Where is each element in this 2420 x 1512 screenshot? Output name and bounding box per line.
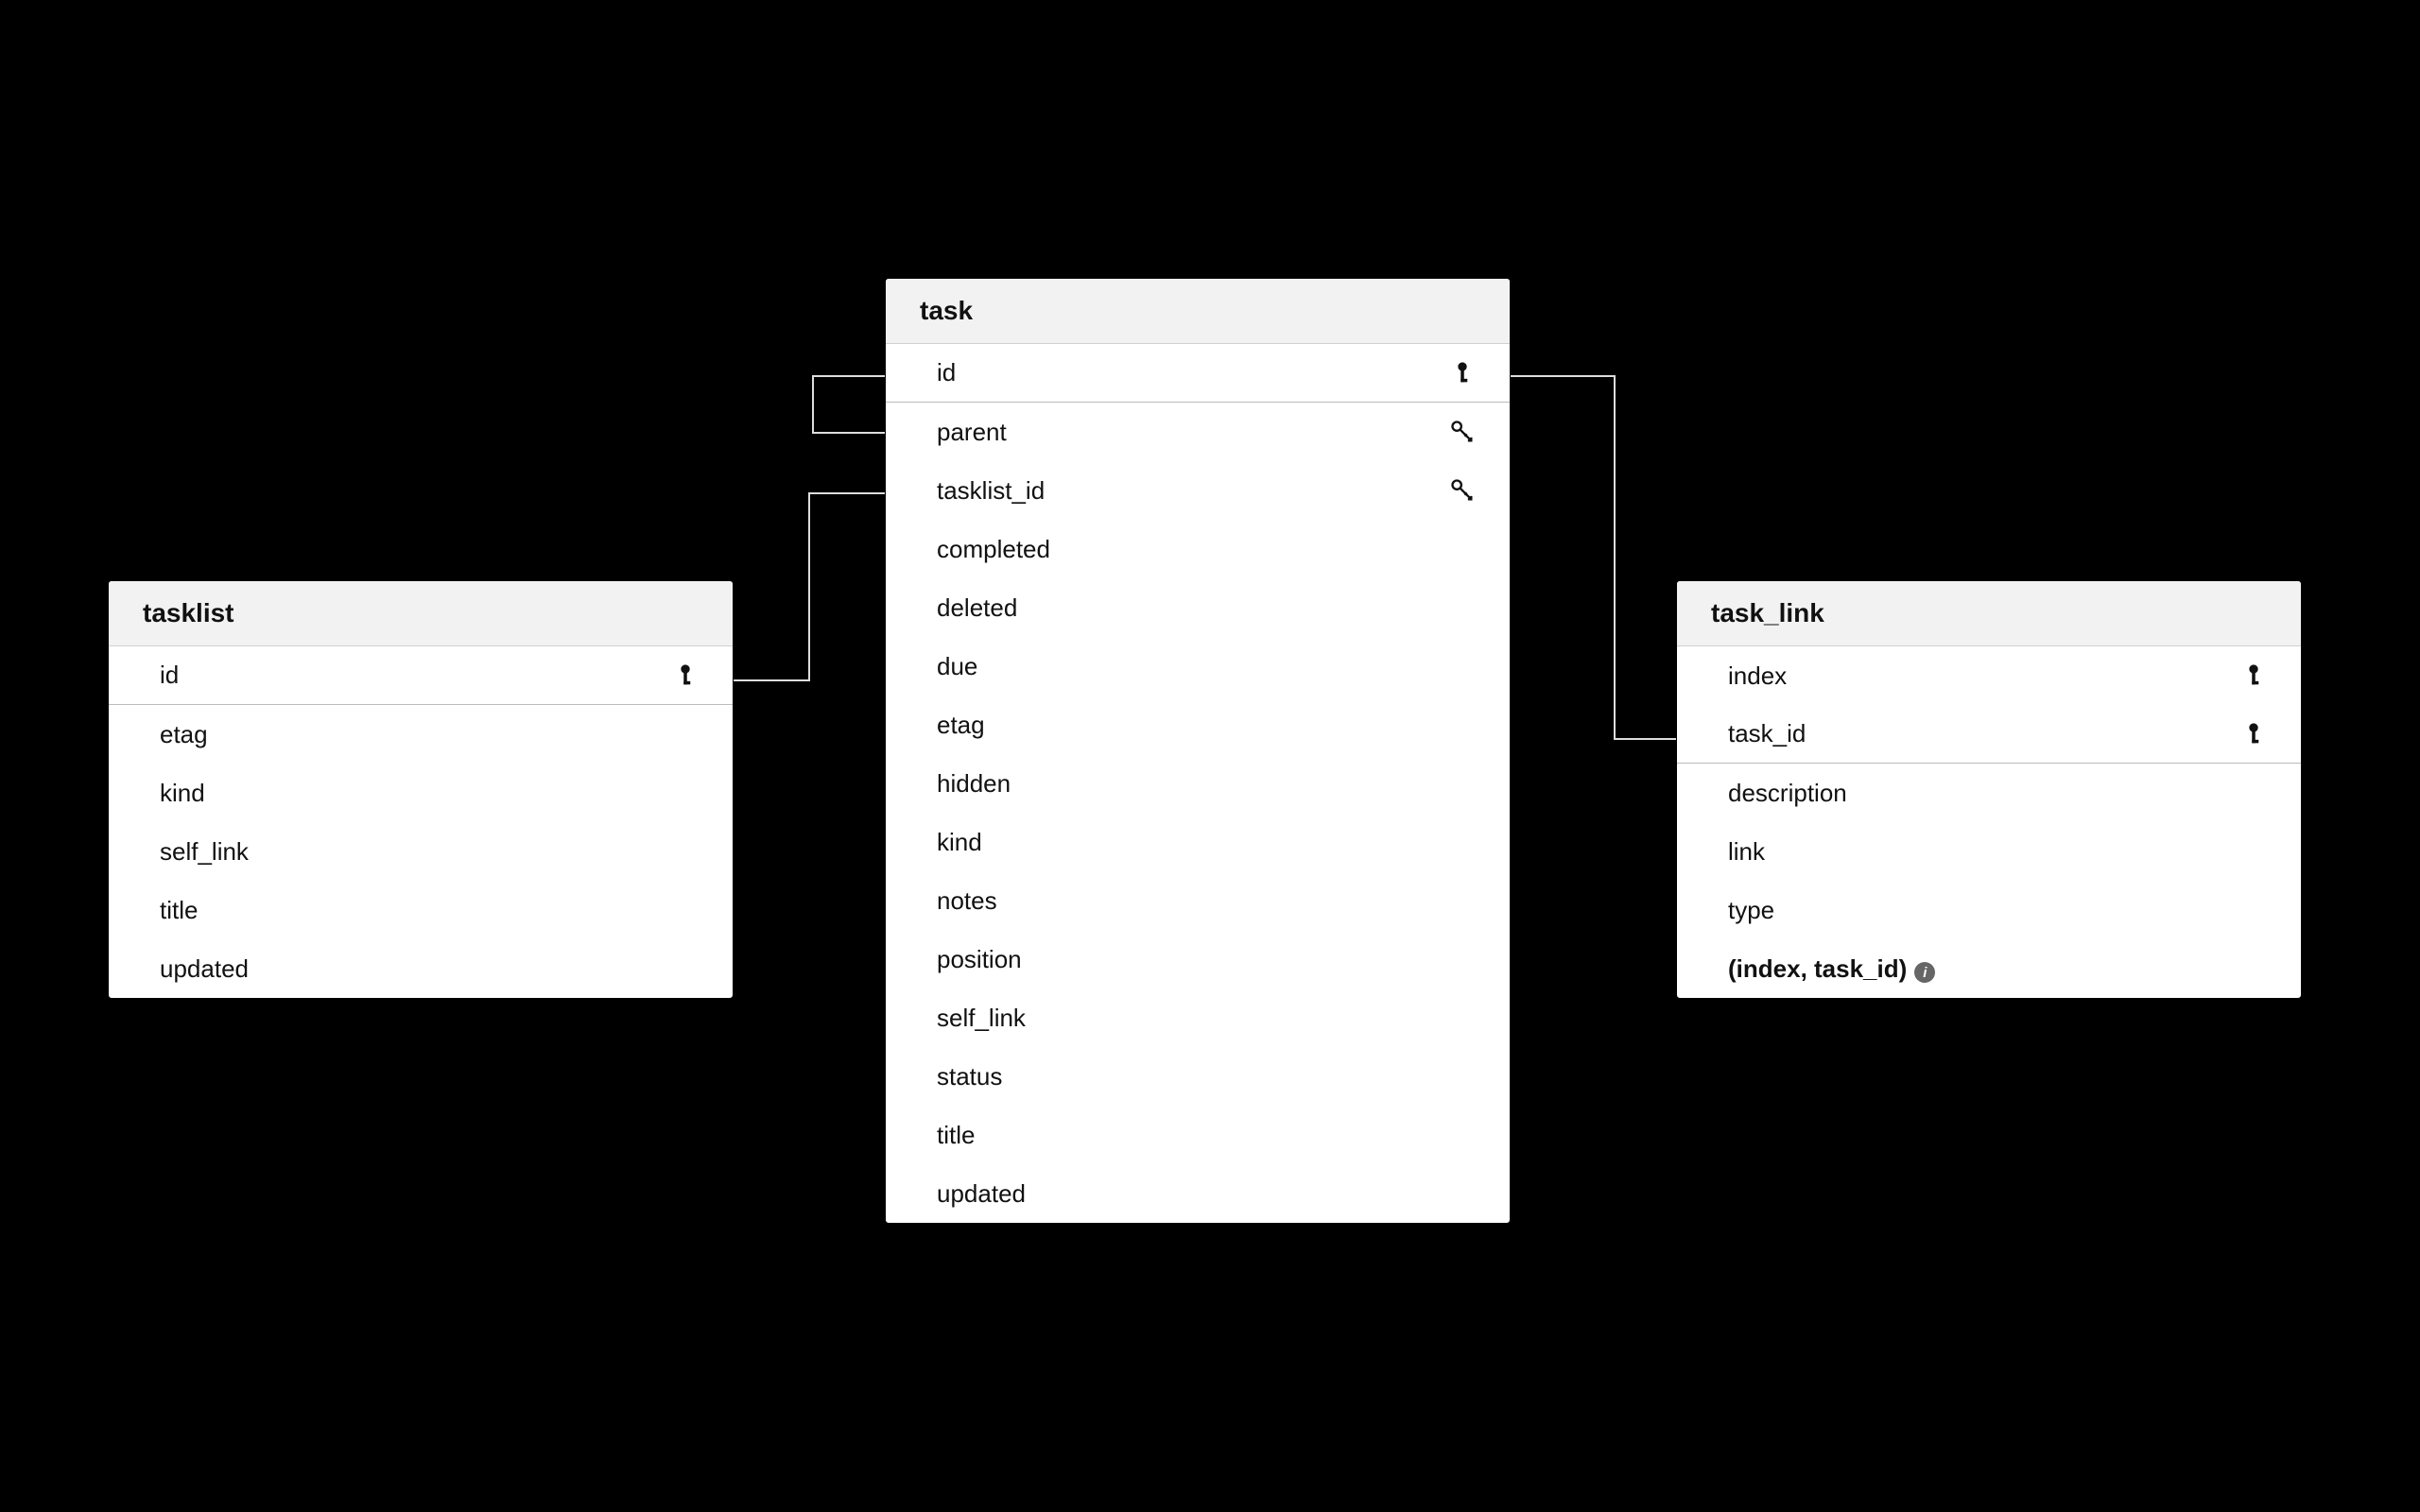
column-label: etag (160, 720, 208, 749)
info-icon: i (1914, 962, 1935, 983)
column-task-tasklist-id[interactable]: tasklist_id (886, 461, 1510, 520)
column-label: task_id (1728, 719, 1806, 748)
column-label: tasklist_id (937, 476, 1045, 506)
table-task[interactable]: task id parent tasklist_id completed del… (885, 278, 1511, 1224)
column-label: status (937, 1062, 1002, 1091)
table-task-link[interactable]: task_link index task_id description link… (1676, 580, 2302, 999)
column-label: title (937, 1121, 975, 1150)
column-label: self_link (937, 1004, 1026, 1033)
connector-task-to-tasklink (1511, 370, 1676, 745)
column-label: id (160, 661, 179, 690)
column-label: description (1728, 779, 1847, 808)
column-task-updated[interactable]: updated (886, 1164, 1510, 1223)
column-tasklist-updated[interactable]: updated (109, 939, 733, 998)
table-header-task: task (886, 279, 1510, 344)
column-label: kind (160, 779, 205, 808)
column-task-completed[interactable]: completed (886, 520, 1510, 578)
column-tasklink-index[interactable]: index (1677, 646, 2301, 705)
column-label: self_link (160, 837, 249, 867)
column-task-due[interactable]: due (886, 637, 1510, 696)
table-tasklist[interactable]: tasklist id etag kind self_link title up… (108, 580, 734, 999)
column-label: kind (937, 828, 982, 857)
column-label: notes (937, 886, 997, 916)
column-label: due (937, 652, 977, 681)
column-tasklist-kind[interactable]: kind (109, 764, 733, 822)
connector-task-self-parent (804, 370, 885, 438)
column-tasklist-title[interactable]: title (109, 881, 733, 939)
column-label: id (937, 358, 956, 387)
column-label: type (1728, 896, 1774, 925)
column-label: deleted (937, 593, 1017, 623)
column-task-hidden[interactable]: hidden (886, 754, 1510, 813)
column-label: updated (937, 1179, 1026, 1209)
primary-key-icon (672, 662, 699, 689)
column-task-parent[interactable]: parent (886, 403, 1510, 461)
column-tasklist-id[interactable]: id (109, 646, 733, 705)
column-label: completed (937, 535, 1050, 564)
column-task-position[interactable]: position (886, 930, 1510, 988)
column-label: (index, task_id)i (1728, 954, 1935, 984)
column-task-self-link[interactable]: self_link (886, 988, 1510, 1047)
column-task-status[interactable]: status (886, 1047, 1510, 1106)
table-header-tasklist: tasklist (109, 581, 733, 646)
column-tasklist-self-link[interactable]: self_link (109, 822, 733, 881)
column-tasklink-description[interactable]: description (1677, 764, 2301, 822)
column-label: title (160, 896, 198, 925)
column-task-notes[interactable]: notes (886, 871, 1510, 930)
column-task-etag[interactable]: etag (886, 696, 1510, 754)
column-label: link (1728, 837, 1765, 867)
column-task-kind[interactable]: kind (886, 813, 1510, 871)
primary-key-icon (2240, 662, 2267, 689)
column-tasklink-type[interactable]: type (1677, 881, 2301, 939)
column-label: hidden (937, 769, 1011, 799)
column-task-deleted[interactable]: deleted (886, 578, 1510, 637)
er-diagram-canvas: tasklist id etag kind self_link title up… (0, 0, 2420, 1512)
column-tasklink-link[interactable]: link (1677, 822, 2301, 881)
foreign-key-icon (1449, 477, 1476, 504)
connector-tasklist-to-task (734, 488, 885, 686)
primary-key-icon (2240, 721, 2267, 747)
column-task-title[interactable]: title (886, 1106, 1510, 1164)
column-label: parent (937, 418, 1007, 447)
table-header-task-link: task_link (1677, 581, 2301, 646)
column-label: etag (937, 711, 985, 740)
column-label: position (937, 945, 1022, 974)
foreign-key-icon (1449, 419, 1476, 445)
column-label: updated (160, 954, 249, 984)
column-label: index (1728, 662, 1787, 691)
column-tasklink-task-id[interactable]: task_id (1677, 705, 2301, 764)
column-tasklist-etag[interactable]: etag (109, 705, 733, 764)
primary-key-icon (1449, 360, 1476, 387)
column-task-id[interactable]: id (886, 344, 1510, 403)
column-tasklink-composite-key[interactable]: (index, task_id)i (1677, 939, 2301, 998)
